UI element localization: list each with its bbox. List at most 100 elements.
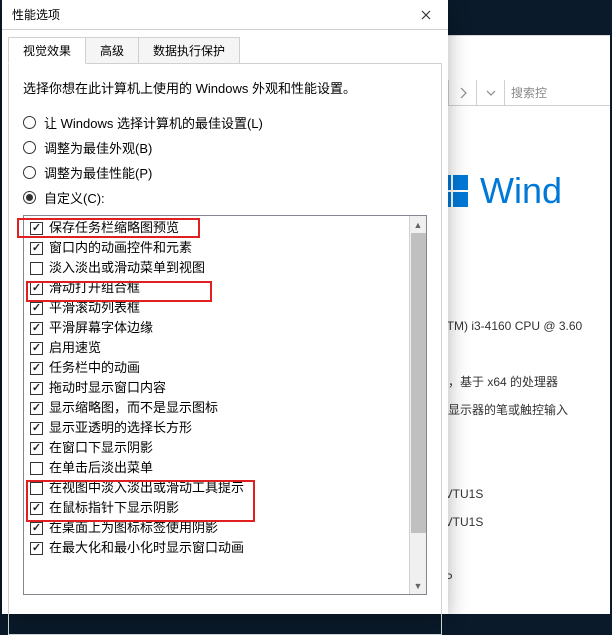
checkbox[interactable]	[30, 262, 43, 275]
system-info-line	[436, 452, 610, 480]
scroll-down-button[interactable]: ▼	[410, 577, 426, 594]
radio-indicator	[23, 166, 36, 179]
background-toolbar: 搜索控	[420, 80, 610, 106]
tab-2[interactable]: 数据执行保护	[138, 37, 240, 64]
list-item-label: 在鼠标指针下显示阴影	[49, 499, 179, 517]
search-input[interactable]: 搜索控	[504, 80, 610, 105]
list-item-label: 窗口内的动画控件和元素	[49, 239, 192, 257]
checkbox[interactable]	[30, 442, 43, 455]
list-item[interactable]: 在窗口下显示阴影	[24, 438, 426, 458]
performance-options-dialog: 性能选项 视觉效果高级数据执行保护 选择你想在此计算机上使用的 Windows …	[2, 0, 448, 614]
system-info-line: 比显示器的笔或触控输入	[436, 396, 610, 424]
radio-option[interactable]: 调整为最佳性能(P)	[23, 163, 427, 182]
list-item-label: 启用速览	[49, 339, 101, 357]
list-item[interactable]: 平滑屏幕字体边缘	[24, 318, 426, 338]
scrollbar[interactable]: ▲ ▼	[409, 216, 426, 594]
system-info-line	[436, 536, 610, 564]
background-content: Wind e(TM) i3-4160 CPU @ 3.60 统，基于 x64 的…	[436, 170, 610, 592]
scroll-thumb[interactable]	[411, 233, 426, 533]
radio-indicator	[23, 191, 36, 204]
tab-0[interactable]: 视觉效果	[8, 37, 86, 64]
windows-logo: Wind	[436, 170, 610, 212]
system-info-line	[436, 424, 610, 452]
checkbox[interactable]	[30, 502, 43, 515]
close-icon	[421, 10, 431, 20]
list-item[interactable]: 平滑滚动列表框	[24, 298, 426, 318]
radio-label: 让 Windows 选择计算机的最佳设置(L)	[44, 113, 263, 132]
list-item-label: 平滑屏幕字体边缘	[49, 319, 153, 337]
system-info-line: HVTU1S	[436, 480, 610, 508]
radio-indicator	[23, 116, 36, 129]
checkbox[interactable]	[30, 482, 43, 495]
list-item-label: 显示亚透明的选择长方形	[49, 419, 192, 437]
list-item[interactable]: 在最大化和最小化时显示窗口动画	[24, 538, 426, 558]
checkbox[interactable]	[30, 342, 43, 355]
checkbox[interactable]	[30, 282, 43, 295]
radio-label: 调整为最佳外观(B)	[44, 138, 152, 157]
radio-option[interactable]: 让 Windows 选择计算机的最佳设置(L)	[23, 113, 427, 132]
tab-1[interactable]: 高级	[85, 37, 139, 64]
list-item[interactable]: 淡入淡出或滑动菜单到视图	[24, 258, 426, 278]
checkbox[interactable]	[30, 222, 43, 235]
radio-label: 自定义(C):	[44, 188, 105, 207]
dialog-titlebar: 性能选项	[2, 0, 448, 30]
visual-effects-panel: 选择你想在此计算机上使用的 Windows 外观和性能设置。 让 Windows…	[8, 63, 442, 635]
list-item-label: 淡入淡出或滑动菜单到视图	[49, 259, 205, 277]
list-item[interactable]: 启用速览	[24, 338, 426, 358]
list-item-label: 拖动时显示窗口内容	[49, 379, 166, 397]
panel-description: 选择你想在此计算机上使用的 Windows 外观和性能设置。	[23, 78, 427, 97]
search-placeholder: 搜索控	[511, 84, 547, 101]
radio-indicator	[23, 141, 36, 154]
radio-option[interactable]: 调整为最佳外观(B)	[23, 138, 427, 157]
list-item[interactable]: 在桌面上为图标标签使用阴影	[24, 518, 426, 538]
list-item[interactable]: 拖动时显示窗口内容	[24, 378, 426, 398]
list-item[interactable]: 任务栏中的动画	[24, 358, 426, 378]
list-item-label: 平滑滚动列表框	[49, 299, 140, 317]
checkbox[interactable]	[30, 422, 43, 435]
list-item-label: 在窗口下显示阴影	[49, 439, 153, 457]
forward-button[interactable]	[448, 80, 476, 105]
radio-group: 让 Windows 选择计算机的最佳设置(L) 调整为最佳外观(B) 调整为最佳性能…	[23, 113, 427, 207]
scroll-track[interactable]	[410, 233, 426, 577]
checkbox[interactable]	[30, 322, 43, 335]
system-info-line	[436, 340, 610, 368]
dialog-title: 性能选项	[12, 6, 404, 23]
list-item-label: 显示缩略图，而不是显示图标	[49, 399, 218, 417]
checkbox[interactable]	[30, 402, 43, 415]
checkbox[interactable]	[30, 522, 43, 535]
list-item-label: 在最大化和最小化时显示窗口动画	[49, 539, 244, 557]
list-item[interactable]: 滑动打开组合框	[24, 278, 426, 298]
checkbox[interactable]	[30, 302, 43, 315]
windows-brand-text: Wind	[480, 170, 562, 212]
checkbox[interactable]	[30, 462, 43, 475]
list-item[interactable]: 窗口内的动画控件和元素	[24, 238, 426, 258]
list-item[interactable]: 显示缩略图，而不是显示图标	[24, 398, 426, 418]
radio-option[interactable]: 自定义(C):	[23, 188, 427, 207]
system-info-line: e(TM) i3-4160 CPU @ 3.60	[436, 312, 610, 340]
list-item-label: 在桌面上为图标标签使用阴影	[49, 519, 218, 537]
list-item-label: 滑动打开组合框	[49, 279, 140, 297]
list-item-label: 在视图中淡入淡出或滑动工具提示	[49, 479, 244, 497]
system-info-line: 统，基于 x64 的处理器	[436, 368, 610, 396]
checkbox[interactable]	[30, 542, 43, 555]
list-item[interactable]: 显示亚透明的选择长方形	[24, 418, 426, 438]
system-info-line: HVTU1S	[436, 508, 610, 536]
list-item-label: 在单击后淡出菜单	[49, 459, 153, 477]
down-button[interactable]	[476, 80, 504, 105]
options-list-rows: 保存任务栏缩略图预览窗口内的动画控件和元素淡入淡出或滑动菜单到视图滑动打开组合框…	[24, 216, 426, 560]
list-item[interactable]: 在鼠标指针下显示阴影	[24, 498, 426, 518]
options-list: 保存任务栏缩略图预览窗口内的动画控件和元素淡入淡出或滑动菜单到视图滑动打开组合框…	[23, 215, 427, 595]
radio-label: 调整为最佳性能(P)	[44, 163, 152, 182]
scroll-up-button[interactable]: ▲	[410, 216, 426, 233]
list-item-label: 任务栏中的动画	[49, 359, 140, 377]
list-item-label: 保存任务栏缩略图预览	[49, 219, 179, 237]
tab-strip: 视觉效果高级数据执行保护	[2, 30, 448, 63]
checkbox[interactable]	[30, 362, 43, 375]
list-item[interactable]: 在视图中淡入淡出或滑动工具提示	[24, 478, 426, 498]
checkbox[interactable]	[30, 382, 43, 395]
system-info-line: UP	[436, 564, 610, 592]
checkbox[interactable]	[30, 242, 43, 255]
close-button[interactable]	[404, 0, 448, 30]
list-item[interactable]: 在单击后淡出菜单	[24, 458, 426, 478]
list-item[interactable]: 保存任务栏缩略图预览	[24, 218, 426, 238]
